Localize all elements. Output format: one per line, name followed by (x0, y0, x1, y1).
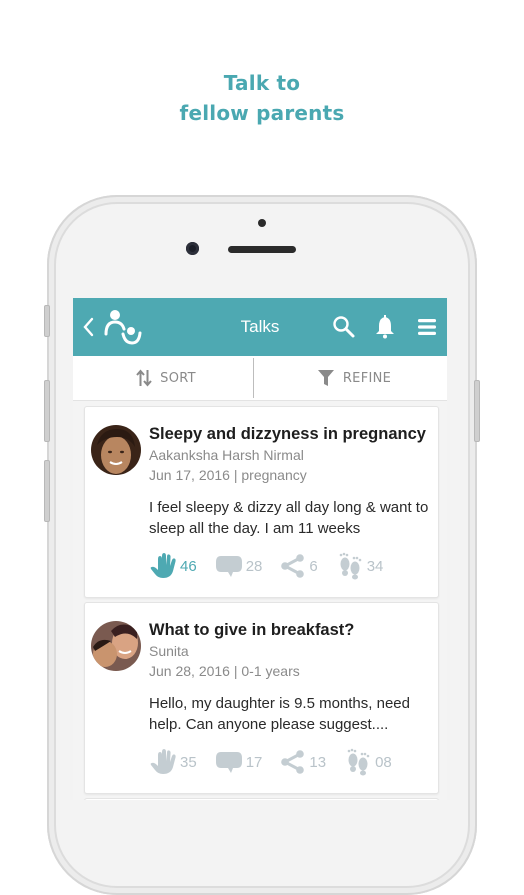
comments-stat[interactable]: 28 (215, 554, 263, 578)
refine-button[interactable]: REFINE (261, 356, 447, 400)
mute-switch (44, 305, 50, 337)
share-icon (281, 554, 305, 578)
post-meta: Jun 17, 2016 | pregnancy (149, 467, 307, 483)
avatar[interactable] (91, 425, 141, 475)
sort-refine-bar: SORT REFINE (73, 356, 447, 401)
comments-count: 28 (245, 557, 263, 575)
post-card[interactable]: What to give in breakfast? Sunita Jun 28… (84, 602, 439, 794)
post-card[interactable]: Sleepy and dizzyness in pregnancy Aakank… (84, 406, 439, 598)
post-author[interactable]: Sunita (149, 643, 189, 659)
hi5-stat[interactable]: 46 (149, 553, 197, 579)
share-icon (281, 750, 305, 774)
post-stats: 35 17 13 08 (149, 748, 410, 776)
volume-down-button (44, 460, 50, 522)
earpiece-speaker (228, 246, 296, 253)
post-title[interactable]: What to give in breakfast? (149, 621, 354, 640)
steps-stat[interactable]: 08 (344, 748, 392, 776)
avatar[interactable] (91, 621, 141, 671)
search-icon[interactable] (331, 314, 357, 340)
steps-count: 08 (375, 753, 392, 771)
bell-icon[interactable] (372, 314, 398, 340)
toolbar-divider (253, 358, 254, 398)
post-meta: Jun 28, 2016 | 0-1 years (149, 663, 300, 679)
refine-label: REFINE (342, 370, 392, 386)
power-button (474, 380, 480, 442)
front-camera (186, 242, 199, 255)
tagline: Talk to fellow parents (0, 68, 524, 128)
sort-icon (136, 369, 152, 387)
post-stats: 46 28 6 34 (149, 552, 401, 580)
hi5-count: 46 (180, 557, 197, 575)
hand-icon (150, 749, 176, 774)
volume-up-button (44, 380, 50, 442)
hi5-stat[interactable]: 35 (149, 749, 197, 775)
tagline-line-1: Talk to (223, 71, 301, 95)
comments-count: 17 (245, 753, 263, 771)
hi5-count: 35 (180, 753, 197, 771)
shares-count: 13 (309, 753, 327, 771)
sort-button[interactable]: SORT (73, 356, 259, 400)
comments-stat[interactable]: 17 (215, 750, 263, 774)
comment-bubble-icon (215, 752, 242, 773)
post-body: Hello, my daughter is 9.5 months, need h… (149, 695, 410, 733)
sort-label: SORT (160, 370, 196, 386)
app-bar: Talks (73, 298, 447, 356)
tagline-line-2: fellow parents (179, 101, 345, 125)
hand-icon (150, 553, 176, 578)
app-screen: Talks SORT REFINE Sleepy and dizzyness i… (73, 298, 447, 800)
shares-stat[interactable]: 6 (280, 554, 318, 578)
post-body: I feel sleepy & dizzy all day long & wan… (149, 499, 429, 537)
post-author[interactable]: Aakanksha Harsh Nirmal (149, 447, 304, 463)
filter-icon (317, 370, 334, 386)
menu-icon[interactable] (415, 315, 439, 339)
baby-footprints-icon (339, 552, 362, 580)
shares-count: 6 (309, 557, 318, 575)
proximity-sensor (258, 219, 266, 227)
baby-footprints-icon (347, 748, 370, 776)
post-title[interactable]: Sleepy and dizzyness in pregnancy (149, 425, 426, 444)
steps-count: 34 (366, 557, 384, 575)
steps-stat[interactable]: 34 (336, 552, 384, 580)
shares-stat[interactable]: 13 (280, 750, 326, 774)
comment-bubble-icon (215, 556, 242, 577)
